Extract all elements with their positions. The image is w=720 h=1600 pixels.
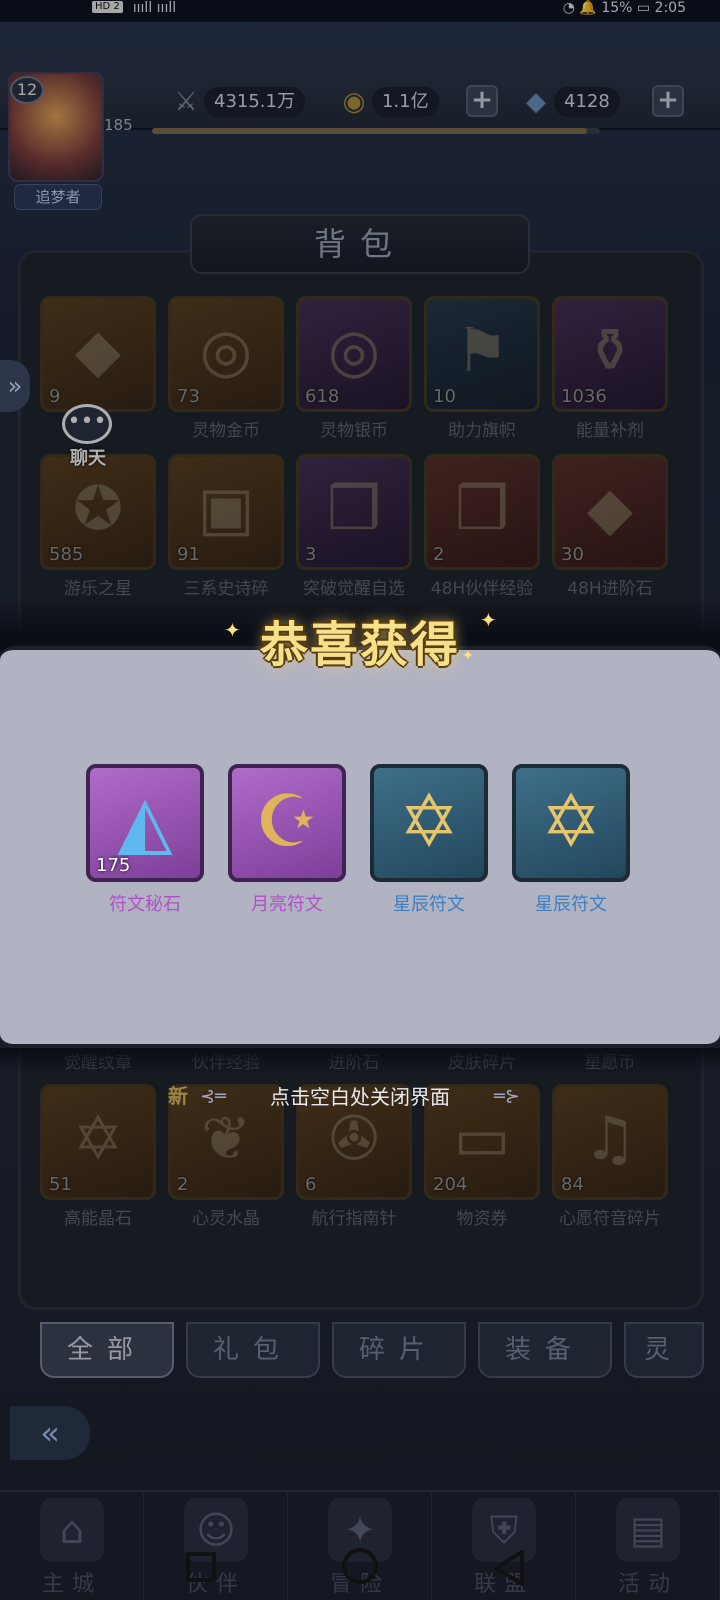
hint-right-deco-icon: ═⊱	[494, 1086, 520, 1107]
rune-glyph-icon: ✡	[540, 779, 602, 863]
home-icon[interactable]	[342, 1548, 378, 1584]
reward-item[interactable]: ✡ 星辰符文	[370, 764, 488, 916]
sparkle-icon: ✦	[480, 608, 497, 632]
rune-glyph-icon: ◭	[117, 779, 173, 863]
reward-item-icon: ☪	[228, 764, 346, 882]
reward-item[interactable]: ✡ 星辰符文	[512, 764, 630, 916]
reward-name: 星辰符文	[393, 894, 465, 915]
reward-item[interactable]: ☪ 月亮符文	[228, 764, 346, 916]
back-icon[interactable]	[490, 1548, 530, 1588]
reward-count: 175	[96, 855, 131, 876]
recent-apps-icon[interactable]	[186, 1552, 216, 1582]
sparkle-icon: ✦	[462, 648, 474, 664]
reward-item-icon: ✡	[370, 764, 488, 882]
reward-bottom-band	[0, 1048, 720, 1074]
reward-item-icon: ✡	[512, 764, 630, 882]
reward-name: 月亮符文	[251, 894, 323, 915]
sparkle-icon: ✦	[224, 618, 241, 642]
reward-title: 恭喜获得	[259, 617, 460, 673]
system-nav	[0, 1530, 720, 1600]
reward-name: 星辰符文	[535, 894, 607, 915]
rune-glyph-icon: ☪	[254, 779, 320, 863]
reward-name: 符文秘石	[109, 894, 181, 915]
reward-item[interactable]: ◭ 175 符文秘石	[86, 764, 204, 916]
rune-glyph-icon: ✡	[398, 779, 460, 863]
reward-item-icon: ◭ 175	[86, 764, 204, 882]
